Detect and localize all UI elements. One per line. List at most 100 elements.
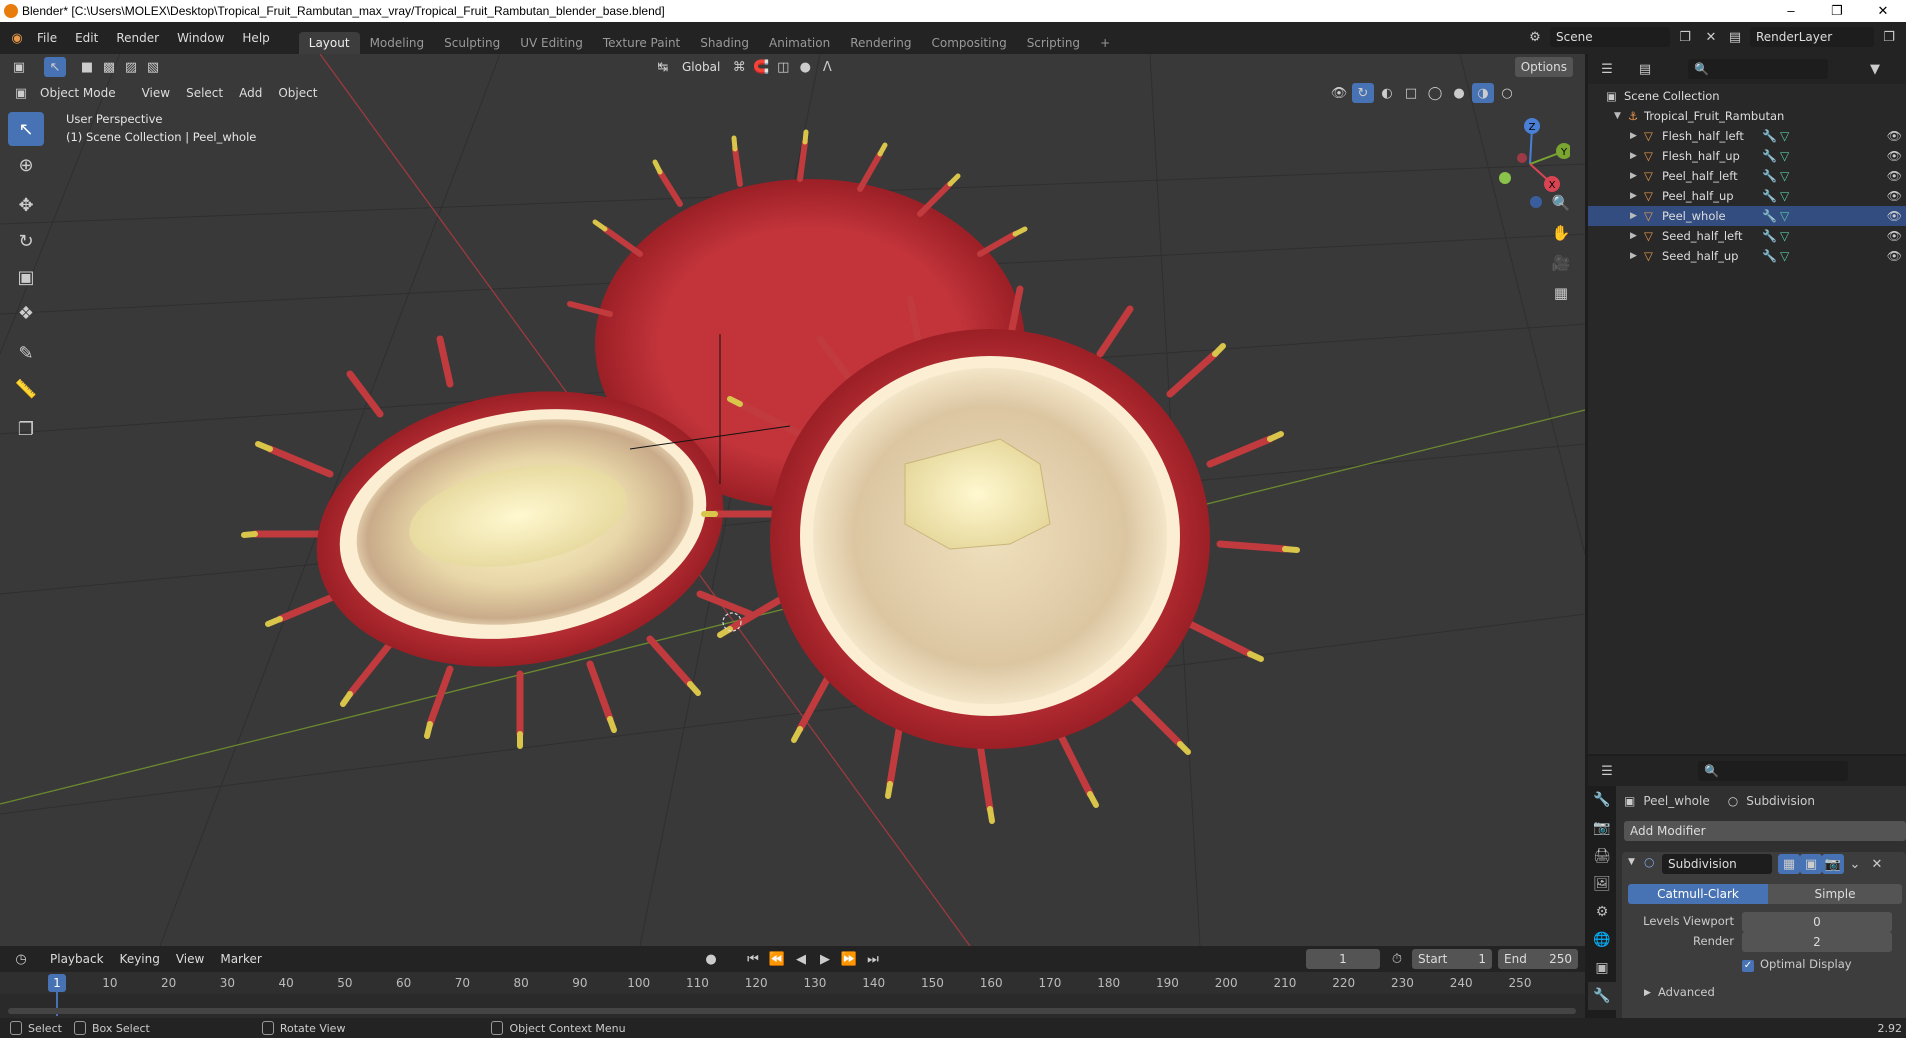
eye-icon[interactable]: 👁 <box>1887 126 1902 146</box>
render-levels-field[interactable]: 2 <box>1742 932 1892 952</box>
playhead[interactable]: 1 <box>48 974 66 992</box>
blender-menu-icon[interactable]: ◉ <box>6 28 28 48</box>
tab-texture-paint[interactable]: Texture Paint <box>593 32 690 54</box>
orientation-icon[interactable]: ↹ <box>652 57 674 77</box>
catmull-clark-tab[interactable]: Catmull-Clark <box>1628 884 1768 904</box>
object-mode-dropdown[interactable]: Object Mode <box>32 86 124 100</box>
xray-icon[interactable]: □ <box>1400 83 1422 103</box>
expand-triangle-icon[interactable]: ▶ <box>1630 206 1637 226</box>
add-workspace-icon[interactable]: + <box>1090 32 1120 54</box>
properties-search-input[interactable]: 🔍 <box>1698 761 1848 781</box>
modifier-wrench-icon[interactable]: 🔧 <box>1762 166 1777 186</box>
outliner-object-row[interactable]: ▶ ▽ Peel_half_left 🔧 ▽ 👁 <box>1588 166 1906 186</box>
eye-icon[interactable]: 👁 <box>1887 146 1902 166</box>
outliner-object-row[interactable]: ▶ ▽ Seed_half_up 🔧 ▽ 👁 <box>1588 246 1906 266</box>
options-button[interactable]: Options <box>1514 57 1573 77</box>
mesh-data-icon[interactable]: ▽ <box>1780 246 1789 266</box>
scene-icon[interactable]: ⚙ <box>1524 27 1546 47</box>
expand-triangle-icon[interactable]: ▶ <box>1630 226 1637 246</box>
mesh-data-icon[interactable]: ▽ <box>1780 146 1789 166</box>
modifier-tab-icon[interactable]: 🔧 <box>1588 982 1616 1010</box>
editmode-toggle-icon[interactable]: ▦ <box>1778 854 1800 874</box>
proportional-edit-icon[interactable]: ● <box>794 57 816 77</box>
timeline-menu-playback[interactable]: Playback <box>42 952 112 966</box>
snap-icon[interactable]: 🧲 <box>750 57 772 77</box>
menu-render[interactable]: Render <box>107 22 168 54</box>
viewport-menu-select[interactable]: Select <box>178 86 231 100</box>
menu-file[interactable]: File <box>28 22 66 54</box>
scene-tab-icon[interactable]: ⚙ <box>1588 898 1616 926</box>
expand-triangle-icon[interactable]: ▶ <box>1630 186 1637 206</box>
eye-icon[interactable]: 👁 <box>1887 166 1902 186</box>
transform-tool-icon[interactable]: ❖ <box>8 296 44 330</box>
collapse-triangle-icon[interactable]: ▼ <box>1628 857 1635 867</box>
play-icon[interactable]: ▶ <box>814 949 836 969</box>
add-modifier-button[interactable]: Add Modifier <box>1624 821 1906 841</box>
end-frame-field[interactable]: End 250 <box>1498 949 1578 969</box>
jump-keyframe-forward-icon[interactable]: ⏩ <box>838 949 860 969</box>
tab-uv-editing[interactable]: UV Editing <box>510 32 593 54</box>
eye-icon[interactable]: 👁 <box>1887 206 1902 226</box>
viewport-menu-add[interactable]: Add <box>231 86 270 100</box>
wireframe-shading-icon[interactable]: ◯ <box>1424 83 1446 103</box>
jump-end-icon[interactable]: ⏭ <box>862 949 884 969</box>
levels-viewport-field[interactable]: 0 <box>1742 912 1892 932</box>
tab-sculpting[interactable]: Sculpting <box>434 32 510 54</box>
jump-start-icon[interactable]: ⏮ <box>742 949 764 969</box>
delete-scene-icon[interactable]: ✕ <box>1700 27 1722 47</box>
expand-triangle-icon[interactable]: ▶ <box>1630 126 1637 146</box>
eye-icon[interactable]: 👁 <box>1887 246 1902 266</box>
select-box-invert-icon[interactable]: ▧ <box>142 57 164 77</box>
pan-hand-icon[interactable]: ✋ <box>1548 224 1574 254</box>
expand-triangle-icon[interactable]: ▶ <box>1630 146 1637 166</box>
rendered-shading-icon[interactable]: ○ <box>1496 83 1518 103</box>
outliner-object-row[interactable]: ▶ ▽ Peel_half_up 🔧 ▽ 👁 <box>1588 186 1906 206</box>
scene-name-field[interactable]: Scene <box>1550 27 1670 47</box>
camera-view-icon[interactable]: 🎥 <box>1548 254 1574 284</box>
gizmo-toggle-icon[interactable]: ↻ <box>1352 83 1374 103</box>
viewport-toggle-icon[interactable]: ▣ <box>1800 854 1822 874</box>
move-tool-icon[interactable]: ✥ <box>8 188 44 222</box>
advanced-subpanel[interactable]: Advanced <box>1658 985 1715 999</box>
view-layer-icon[interactable]: ▤ <box>1724 27 1746 47</box>
rotate-tool-icon[interactable]: ↻ <box>8 224 44 258</box>
select-mode-icon[interactable]: ↖ <box>44 57 66 77</box>
outliner-object-row[interactable]: ▶ ▽ Peel_whole 🔧 ▽ 👁 <box>1588 206 1906 226</box>
annotate-tool-icon[interactable]: ✎ <box>8 336 44 370</box>
timeline-menu-view[interactable]: View <box>168 952 212 966</box>
world-tab-icon[interactable]: 🌐 <box>1588 926 1616 954</box>
outliner-editor-type-icon[interactable]: ☰ <box>1596 59 1618 79</box>
expand-triangle-icon[interactable]: ▶ <box>1630 166 1637 186</box>
record-icon[interactable]: ● <box>700 949 722 969</box>
advanced-expand-icon[interactable]: ▶ <box>1644 988 1651 998</box>
view-layer-field[interactable]: RenderLayer <box>1750 27 1874 47</box>
optimal-display-checkbox[interactable]: ✓ <box>1742 960 1754 972</box>
object-mode-icon[interactable]: ▣ <box>10 83 32 103</box>
view-layer-tab-icon[interactable]: 🖼 <box>1588 870 1616 898</box>
scale-tool-icon[interactable]: ▣ <box>8 260 44 294</box>
outliner-object-row[interactable]: ▶ ▽ Flesh_half_left 🔧 ▽ 👁 <box>1588 126 1906 146</box>
select-box-tool-icon[interactable]: ↖ <box>8 112 44 146</box>
restore-icon[interactable]: ❐ <box>1814 0 1860 22</box>
measure-tool-icon[interactable]: 📏 <box>8 372 44 406</box>
tab-scripting[interactable]: Scripting <box>1017 32 1090 54</box>
viewport-menu-view[interactable]: View <box>134 86 178 100</box>
modifier-menu-chevron-icon[interactable]: ⌄ <box>1844 854 1866 874</box>
menu-window[interactable]: Window <box>168 22 233 54</box>
display-mode-icon[interactable]: ▤ <box>1634 59 1656 79</box>
timeline-menu-keying[interactable]: Keying <box>112 952 168 966</box>
play-reverse-icon[interactable]: ◀ <box>790 949 812 969</box>
editor-type-icon[interactable]: ▣ <box>8 57 30 77</box>
output-tab-icon[interactable]: 🖨 <box>1588 842 1616 870</box>
eye-icon[interactable]: 👁 <box>1887 186 1902 206</box>
timeline-menu-marker[interactable]: Marker <box>212 952 269 966</box>
expand-triangle-icon[interactable]: ▼ <box>1614 106 1621 126</box>
tool-tab-icon[interactable]: 🔧 <box>1588 786 1616 814</box>
mesh-data-icon[interactable]: ▽ <box>1780 186 1789 206</box>
zoom-icon[interactable]: 🔍 <box>1548 194 1574 224</box>
tab-shading[interactable]: Shading <box>690 32 759 54</box>
select-box-extend-icon[interactable]: ▩ <box>98 57 120 77</box>
pivot-point-icon[interactable]: ⌘ <box>728 57 750 77</box>
tab-layout[interactable]: Layout <box>298 32 360 54</box>
visibility-icon[interactable]: 👁 <box>1328 83 1350 103</box>
